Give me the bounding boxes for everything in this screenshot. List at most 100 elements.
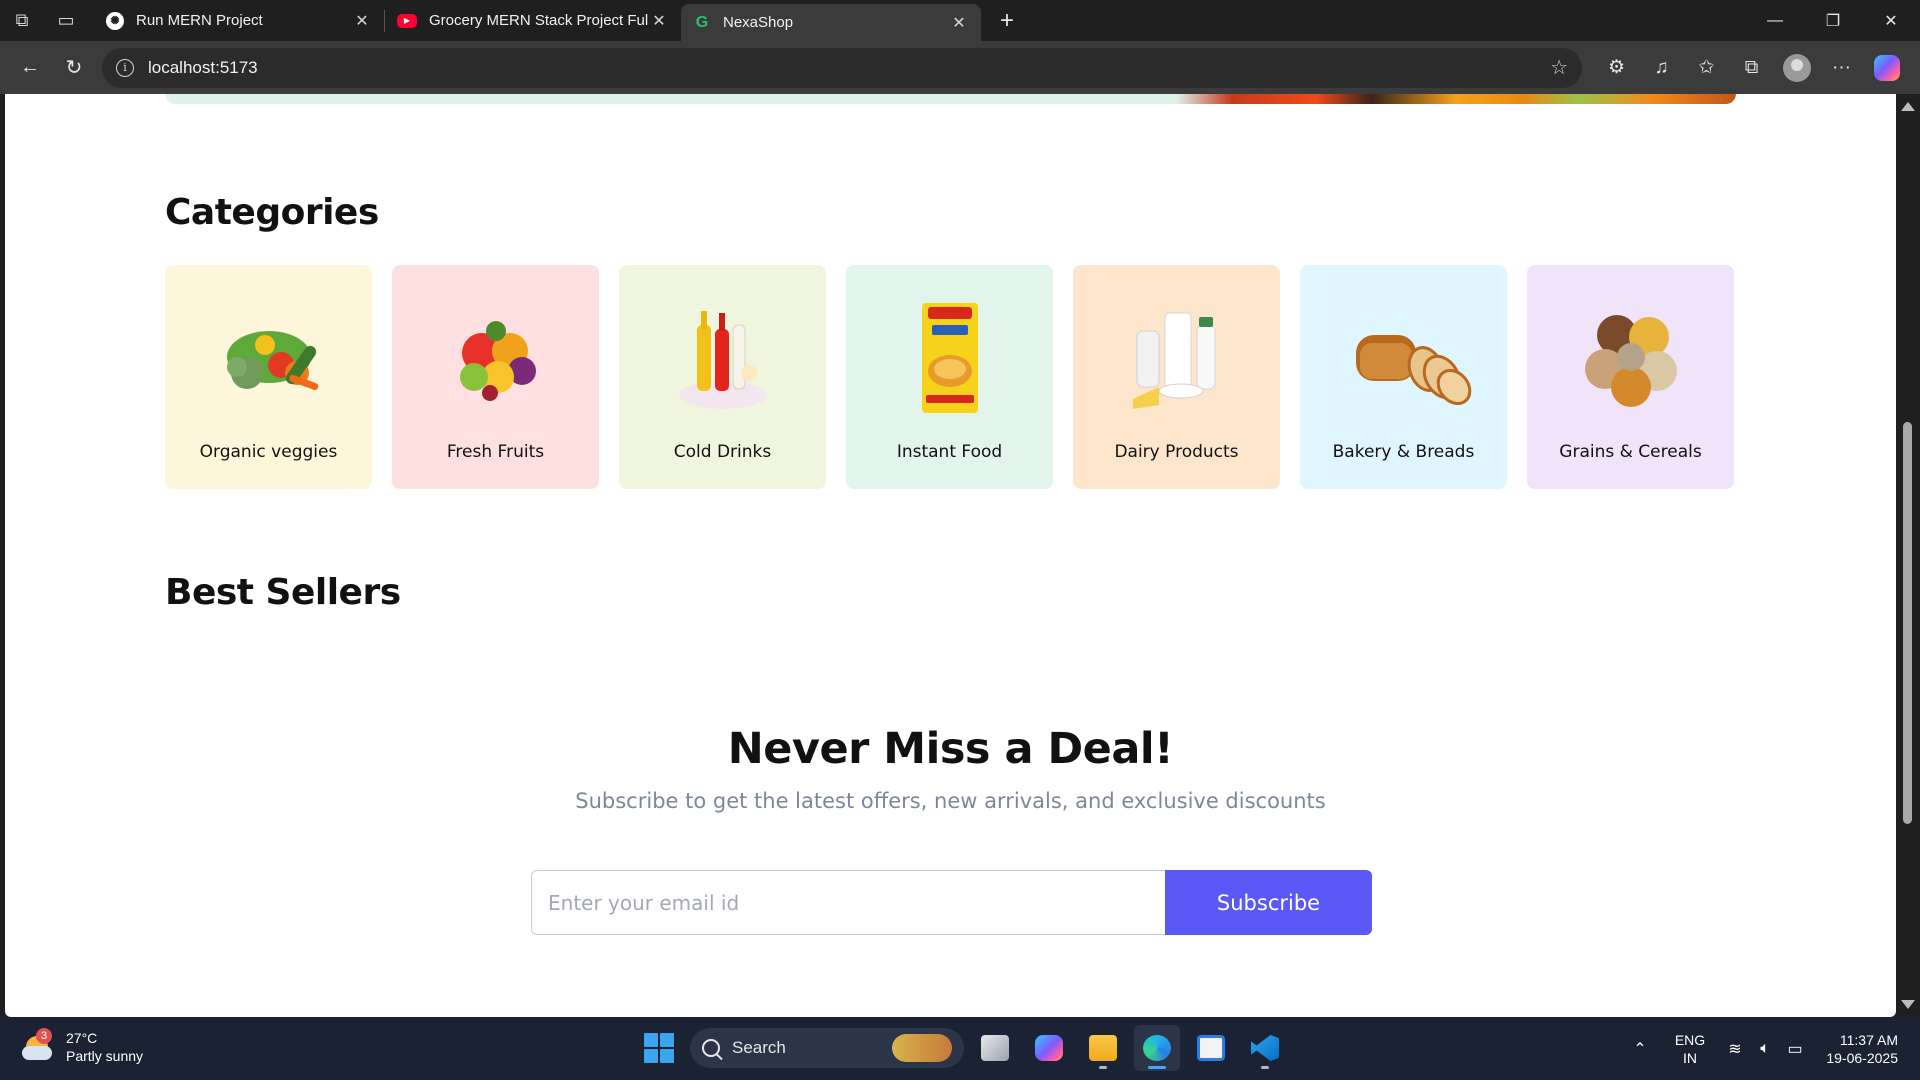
weather-temperature: 27°C — [66, 1030, 98, 1046]
close-tab-icon[interactable]: ✕ — [352, 11, 372, 31]
close-window-icon[interactable]: ✕ — [1862, 0, 1920, 41]
youtube-icon: ▶ — [397, 13, 417, 28]
windows-start-icon[interactable] — [636, 1025, 682, 1071]
browser-tab-bar: ⧉ ▭ ✺ Run MERN Project ✕ ▶ Grocery MERN … — [0, 0, 1920, 41]
newsletter-form: Subscribe — [531, 870, 1372, 935]
microsoft-store-button[interactable] — [1188, 1025, 1234, 1071]
restore-icon[interactable]: ❐ — [1804, 0, 1862, 41]
browser-toolbar: ← ↻ i localhost:5173 ☆ ⚙ ♫ ✩ ⧉ ··· — [0, 41, 1920, 94]
language-code: ENG — [1674, 1031, 1706, 1048]
more-options-icon[interactable]: ··· — [1819, 48, 1864, 88]
store-icon — [1197, 1035, 1225, 1061]
weather-condition: Partly sunny — [66, 1048, 144, 1064]
category-card-dairy-products[interactable]: Dairy Products — [1073, 265, 1280, 489]
volume-icon[interactable]: 🔈︎ — [1750, 1040, 1780, 1058]
address-bar[interactable]: i localhost:5173 ☆ — [102, 47, 1582, 88]
scroll-up-icon[interactable] — [1901, 102, 1915, 111]
battery-icon[interactable]: ▭ — [1780, 1039, 1810, 1059]
url-text[interactable]: localhost:5173 — [148, 58, 1550, 78]
vegetables-icon — [226, 331, 318, 391]
category-label: Fresh Fruits — [446, 442, 545, 462]
category-card-grains-cereals[interactable]: Grains & Cereals — [1527, 265, 1734, 489]
favorite-star-icon[interactable]: ☆ — [1550, 55, 1568, 80]
back-arrow-icon[interactable]: ← — [8, 48, 52, 88]
category-label: Cold Drinks — [673, 442, 772, 462]
partly-sunny-icon: 3 — [22, 1028, 56, 1062]
taskbar-apps: Search — [636, 1025, 1288, 1071]
hero-banner[interactable] — [165, 94, 1736, 104]
fruits-icon — [459, 321, 536, 401]
copilot-icon — [1873, 54, 1900, 81]
page-scrollbar[interactable] — [1896, 94, 1920, 1017]
categories-grid: Organic veggies Fresh Fruits Cold Drinks… — [165, 265, 1734, 489]
extensions-icon[interactable]: ⚙ — [1594, 48, 1639, 88]
folder-icon — [1089, 1035, 1117, 1061]
chevron-up-icon[interactable]: ⌃ — [1620, 1039, 1660, 1059]
subscribe-button[interactable]: Subscribe — [1165, 870, 1372, 935]
toolbar-actions: ⚙ ♫ ✩ ⧉ ··· — [1594, 48, 1909, 88]
windows-taskbar: 3 27°C Partly sunny Search ⌃ ENG IN ≋ 🔈︎… — [0, 1017, 1920, 1080]
site-info-icon[interactable]: i — [116, 58, 134, 77]
new-tab-button[interactable]: + — [987, 0, 1027, 41]
category-label: Dairy Products — [1114, 442, 1239, 462]
clock[interactable]: 11:37 AM 19-06-2025 — [1810, 1031, 1920, 1067]
favorites-icon[interactable]: ✩ — [1684, 48, 1729, 88]
category-label: Instant Food — [896, 442, 1003, 462]
nexashop-icon: G — [695, 13, 709, 31]
search-label: Search — [732, 1038, 786, 1057]
tab-title: NexaShop — [723, 14, 794, 31]
wifi-icon[interactable]: ≋ — [1720, 1039, 1750, 1059]
workspaces-icon[interactable]: ⧉ — [0, 0, 44, 41]
running-indicator — [1261, 1066, 1269, 1069]
hero-vegetables-image — [1176, 94, 1736, 104]
category-label: Organic veggies — [199, 442, 338, 462]
task-view-button[interactable] — [972, 1025, 1018, 1071]
tab-nexashop[interactable]: G NexaShop ✕ — [681, 4, 981, 41]
media-control-icon[interactable]: ♫ — [1639, 48, 1684, 88]
running-indicator — [1099, 1066, 1107, 1069]
dairy-icon — [1132, 312, 1215, 409]
search-icon — [702, 1039, 720, 1057]
copilot-button[interactable] — [1864, 48, 1909, 88]
clock-time: 11:37 AM — [1839, 1031, 1898, 1048]
newsletter-subtitle: Subscribe to get the latest offers, new … — [575, 789, 1326, 813]
scrollbar-thumb[interactable] — [1903, 422, 1912, 824]
instant-noodles-icon — [921, 303, 978, 413]
tab-title: Run MERN Project — [136, 12, 263, 29]
tab-run-mern-project[interactable]: ✺ Run MERN Project ✕ — [94, 0, 384, 41]
scroll-down-icon[interactable] — [1901, 1000, 1915, 1009]
grains-icon — [1584, 315, 1677, 407]
close-tab-icon[interactable]: ✕ — [949, 13, 969, 33]
search-highlight-icon — [892, 1034, 952, 1062]
collections-icon[interactable]: ⧉ — [1729, 48, 1774, 88]
taskbar-search[interactable]: Search — [690, 1028, 964, 1068]
edge-icon — [1143, 1035, 1171, 1061]
notification-badge: 3 — [36, 1028, 52, 1044]
file-explorer-button[interactable] — [1080, 1025, 1126, 1071]
copilot-app-button[interactable] — [1026, 1025, 1072, 1071]
minimize-icon[interactable]: — — [1746, 0, 1804, 41]
vscode-button[interactable] — [1242, 1025, 1288, 1071]
category-card-organic-veggies[interactable]: Organic veggies — [165, 265, 372, 489]
language-indicator[interactable]: ENG IN — [1660, 1031, 1720, 1067]
avatar — [1782, 53, 1811, 82]
refresh-icon[interactable]: ↻ — [52, 48, 96, 88]
category-card-instant-food[interactable]: Instant Food — [846, 265, 1053, 489]
profile-button[interactable] — [1774, 48, 1819, 88]
category-card-bakery-breads[interactable]: Bakery & Breads — [1300, 265, 1507, 489]
weather-widget[interactable]: 3 27°C Partly sunny — [22, 1028, 144, 1065]
category-card-cold-drinks[interactable]: Cold Drinks — [619, 265, 826, 489]
bread-icon — [1355, 335, 1471, 405]
category-label: Bakery & Breads — [1332, 442, 1475, 462]
region-code: IN — [1683, 1049, 1697, 1066]
email-input[interactable] — [531, 870, 1165, 935]
clock-date: 19-06-2025 — [1826, 1049, 1898, 1066]
chatgpt-icon: ✺ — [106, 11, 124, 30]
edge-browser-button[interactable] — [1134, 1025, 1180, 1071]
category-card-fresh-fruits[interactable]: Fresh Fruits — [392, 265, 599, 489]
vertical-tabs-icon[interactable]: ▭ — [44, 0, 88, 41]
copilot-icon — [1035, 1035, 1063, 1061]
tab-grocery-mern-video[interactable]: ▶ Grocery MERN Stack Project Full ✕ — [385, 0, 681, 41]
close-tab-icon[interactable]: ✕ — [649, 11, 669, 31]
task-view-icon — [981, 1035, 1009, 1061]
